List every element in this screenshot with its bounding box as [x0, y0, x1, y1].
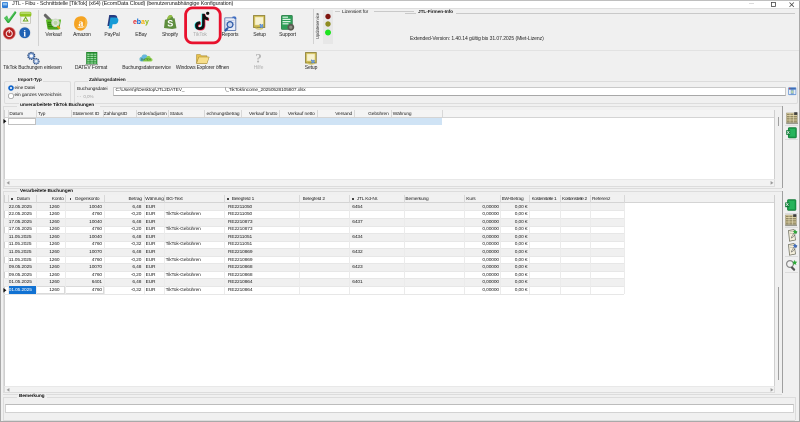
- svg-text:S: S: [167, 18, 173, 28]
- svg-text:DATEV: DATEV: [141, 58, 151, 62]
- svg-text:?: ?: [255, 51, 262, 66]
- svg-text:a: a: [141, 19, 145, 26]
- svg-text:y: y: [145, 19, 149, 26]
- svg-text:b: b: [136, 19, 140, 26]
- svg-text:i: i: [23, 30, 26, 40]
- svg-text:X: X: [786, 130, 789, 135]
